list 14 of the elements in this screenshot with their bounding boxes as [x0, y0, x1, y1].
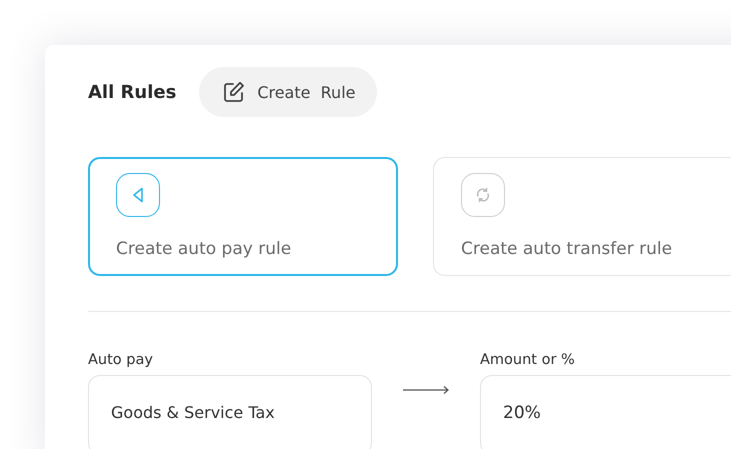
field-label: Auto pay [88, 352, 153, 368]
rule-option-label: Create auto pay rule [116, 239, 292, 259]
left-triangle-icon [132, 187, 144, 203]
auto-pay-field[interactable]: Goods & Service Tax [88, 375, 372, 449]
field-label: Amount or % [480, 352, 575, 368]
rule-option-label: Create auto transfer rule [461, 239, 672, 259]
right-arrow-icon [403, 385, 450, 395]
edit-icon [223, 81, 246, 103]
rule-option-card[interactable]: Create auto transfer rule [433, 157, 731, 276]
refresh-icon [474, 186, 492, 204]
rule-option-card[interactable]: Create auto pay rule [88, 157, 398, 276]
amount-field[interactable]: 20% [480, 375, 731, 449]
create-rule-button[interactable]: Create Rule [199, 67, 378, 117]
page-title: All Rules [88, 82, 176, 102]
